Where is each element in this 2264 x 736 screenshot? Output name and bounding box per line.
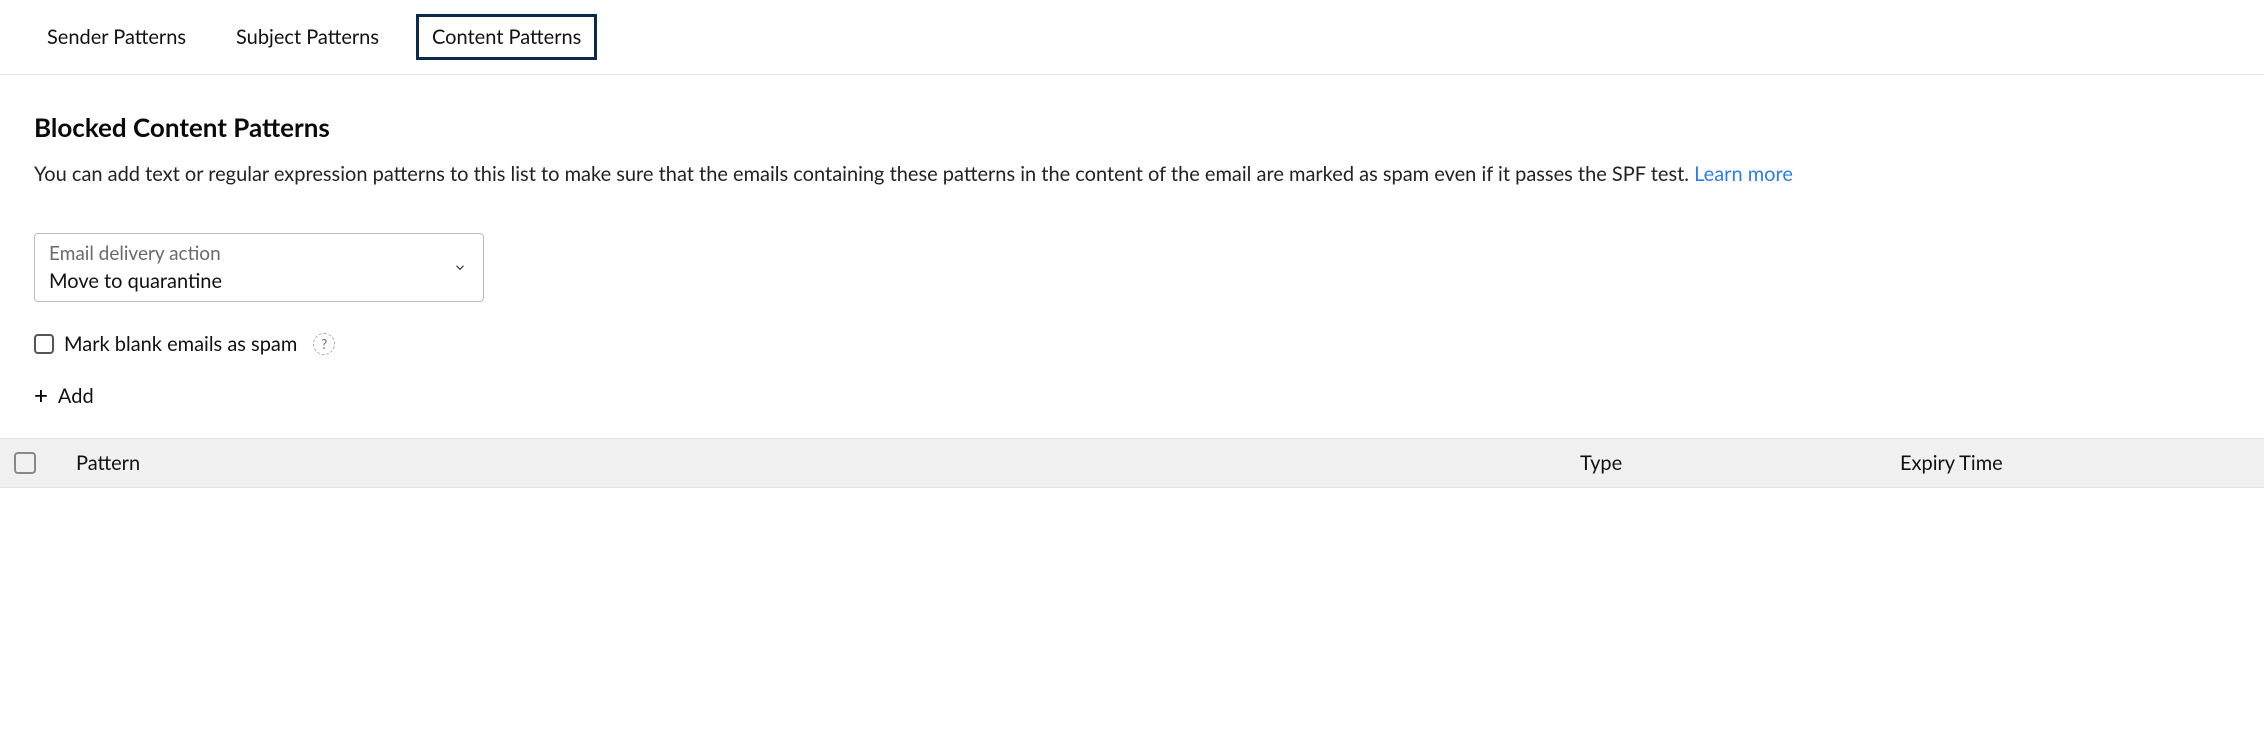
blank-emails-label: Mark blank emails as spam [64, 332, 297, 356]
tab-subject-patterns[interactable]: Subject Patterns [223, 17, 392, 57]
column-header-expiry[interactable]: Expiry Time [1900, 451, 2250, 475]
delivery-action-select[interactable]: Email delivery action Move to quarantine [34, 233, 484, 302]
tab-sender-patterns[interactable]: Sender Patterns [34, 17, 199, 57]
section-title: Blocked Content Patterns [34, 111, 2230, 143]
blank-emails-checkbox[interactable] [34, 334, 54, 354]
tabs-row: Sender Patterns Subject Patterns Content… [0, 0, 2264, 75]
content-area: Blocked Content Patterns You can add tex… [0, 75, 2264, 408]
select-all-checkbox[interactable] [14, 452, 36, 474]
delivery-action-label: Email delivery action [49, 242, 469, 265]
section-description-text: You can add text or regular expression p… [34, 162, 1689, 186]
column-header-pattern[interactable]: Pattern [70, 451, 1580, 475]
tab-content-patterns[interactable]: Content Patterns [416, 14, 597, 60]
chevron-down-icon [453, 256, 467, 279]
plus-icon: + [34, 384, 48, 408]
learn-more-link[interactable]: Learn more [1694, 162, 1793, 186]
add-button[interactable]: + Add [34, 384, 94, 408]
delivery-action-value: Move to quarantine [49, 269, 469, 293]
select-all-cell [14, 452, 70, 474]
column-header-type[interactable]: Type [1580, 451, 1900, 475]
blank-emails-row: Mark blank emails as spam ? [34, 332, 2230, 356]
add-label: Add [58, 384, 94, 408]
table-header: Pattern Type Expiry Time [0, 438, 2264, 488]
help-icon[interactable]: ? [313, 333, 335, 355]
section-description: You can add text or regular expression p… [34, 159, 2230, 189]
